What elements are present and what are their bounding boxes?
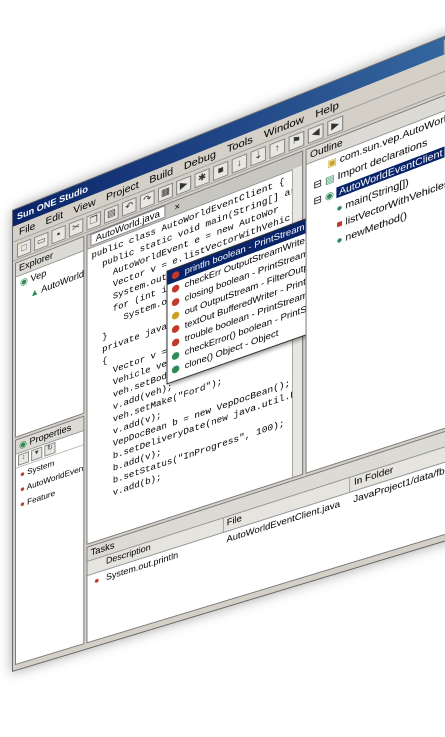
member-icon	[171, 283, 180, 294]
properties-icon: ◉	[19, 437, 27, 451]
close-tab-icon[interactable]: ×	[174, 200, 180, 213]
step-over-icon[interactable]: ↓	[231, 152, 248, 174]
bookmark-icon[interactable]: ⚑	[288, 130, 305, 152]
bullet-icon: ●	[20, 498, 25, 510]
stop-icon[interactable]: ■	[212, 160, 229, 181]
member-icon	[171, 270, 180, 281]
class-icon: ◉	[324, 188, 334, 203]
run-icon[interactable]: ▶	[176, 174, 192, 196]
java-file-icon: ▲	[30, 285, 40, 300]
member-icon	[171, 324, 180, 335]
member-icon	[171, 350, 180, 361]
open-folder-icon[interactable]: ▭	[34, 231, 49, 251]
private-method-icon: ■	[336, 217, 343, 231]
forward-icon[interactable]: ▶	[327, 114, 344, 136]
explorer-panel: Explorer ◉ Vep ▲ AutoWorldEve	[15, 235, 85, 438]
redo-icon[interactable]: ↷	[139, 189, 155, 210]
package-icon: ▣	[327, 155, 337, 170]
member-icon	[171, 310, 180, 321]
method-icon: ●	[336, 201, 343, 215]
step-into-icon[interactable]: ⇣	[250, 145, 267, 167]
copy-icon[interactable]: ❐	[86, 210, 101, 231]
save-icon[interactable]: ▪	[51, 224, 66, 245]
ide-window: Sun ONE Studio _ □ × File Edit View Proj…	[12, 12, 445, 672]
undo-icon[interactable]: ↶	[121, 196, 137, 217]
method-icon: ●	[336, 233, 343, 247]
cut-icon[interactable]: ✂	[68, 217, 84, 238]
bullet-icon: ●	[20, 483, 25, 495]
member-icon	[171, 364, 180, 375]
debug-icon[interactable]: ✱	[194, 167, 210, 188]
member-icon	[171, 337, 180, 348]
collapse-icon[interactable]: ⊟	[313, 193, 322, 207]
collapse-icon[interactable]: ⊟	[313, 177, 322, 191]
back-icon[interactable]: ◀	[307, 122, 324, 144]
new-file-icon[interactable]: □	[17, 237, 32, 258]
bullet-icon: ●	[20, 468, 25, 480]
step-out-icon[interactable]: ↑	[269, 137, 286, 159]
project-icon: ◉	[20, 274, 28, 288]
paste-icon[interactable]: ▤	[104, 203, 119, 224]
imports-icon: ▤	[324, 172, 335, 187]
member-icon	[171, 297, 180, 308]
build-icon[interactable]: ▦	[157, 181, 173, 203]
properties-panel: ◉ Properties ↕ ▾ ↻ ● System ● AutoWorldE…	[15, 415, 85, 666]
